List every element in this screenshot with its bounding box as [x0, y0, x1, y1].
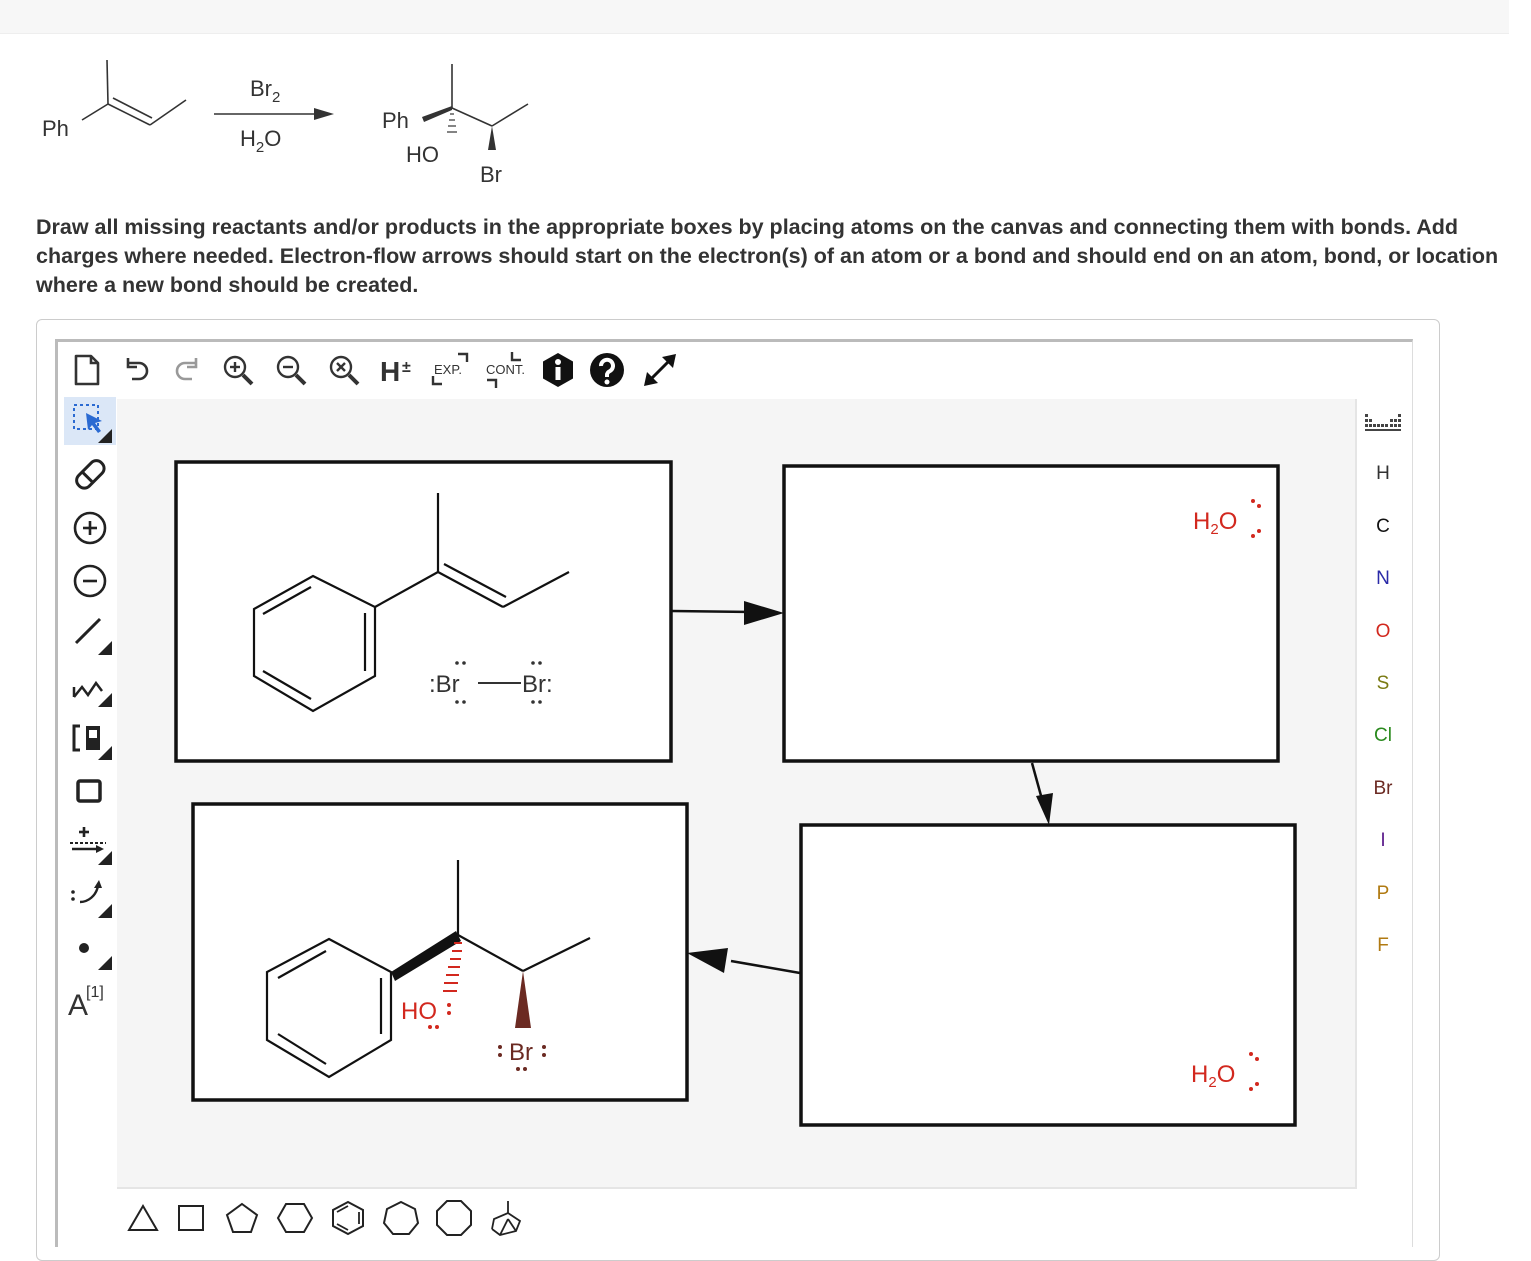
svg-text:Br:: Br:	[522, 671, 553, 698]
cyclooctane-icon[interactable]	[434, 1198, 474, 1238]
reactant-ph-label: Ph	[42, 116, 69, 141]
cyclohexane-icon[interactable]	[275, 1198, 315, 1238]
flow-arrow-1	[744, 601, 784, 625]
element-n[interactable]: N	[1358, 559, 1408, 599]
canvas-contents: :Br Br: H2O H2O HO Br	[174, 460, 1297, 1127]
molecule-editor: H ± EXP. CONT. A [1]:Br Br: H2O H2O HO …	[55, 339, 1413, 1247]
cyclopentane-icon[interactable]	[222, 1198, 262, 1238]
svg-text:Br: Br	[509, 1039, 533, 1066]
reagent-h2o: H2O	[240, 126, 281, 156]
periodic-table-icon[interactable]	[1358, 402, 1408, 442]
element-palette: H C N O S Cl Br I P F	[1358, 399, 1408, 959]
reagent-br2: Br2	[250, 76, 280, 106]
product-br-label: Br	[480, 162, 502, 187]
element-s[interactable]: S	[1358, 664, 1408, 704]
benzene-icon[interactable]	[328, 1198, 368, 1238]
product-ho-label: HO	[406, 142, 439, 167]
svg-text::Br: :Br	[429, 671, 460, 698]
bicyclic-template-icon[interactable]	[486, 1198, 526, 1238]
element-i[interactable]: I	[1358, 821, 1408, 861]
reactant-box	[174, 460, 673, 763]
top-bar	[0, 0, 1509, 34]
product-ph-label: Ph	[382, 108, 409, 133]
element-br[interactable]: Br	[1358, 769, 1408, 809]
element-h[interactable]: H	[1358, 454, 1408, 494]
cycloheptane-icon[interactable]	[381, 1198, 421, 1238]
flow-arrow-3	[687, 948, 728, 973]
cyclopropane-icon[interactable]	[123, 1198, 163, 1238]
element-f[interactable]: F	[1358, 926, 1408, 966]
ring-templates	[118, 1194, 568, 1242]
element-p[interactable]: P	[1358, 874, 1408, 914]
element-o[interactable]: O	[1358, 612, 1408, 652]
svg-text:HO: HO	[401, 998, 437, 1025]
element-cl[interactable]: Cl	[1358, 716, 1408, 756]
cyclobutane-icon[interactable]	[171, 1198, 211, 1238]
flow-arrow-2	[1036, 793, 1053, 825]
reaction-scheme: Ph Br2 H2O Ph HO Br	[42, 59, 529, 187]
instructions-text: Draw all missing reactants and/or produc…	[36, 215, 1499, 297]
element-c[interactable]: C	[1358, 507, 1408, 547]
